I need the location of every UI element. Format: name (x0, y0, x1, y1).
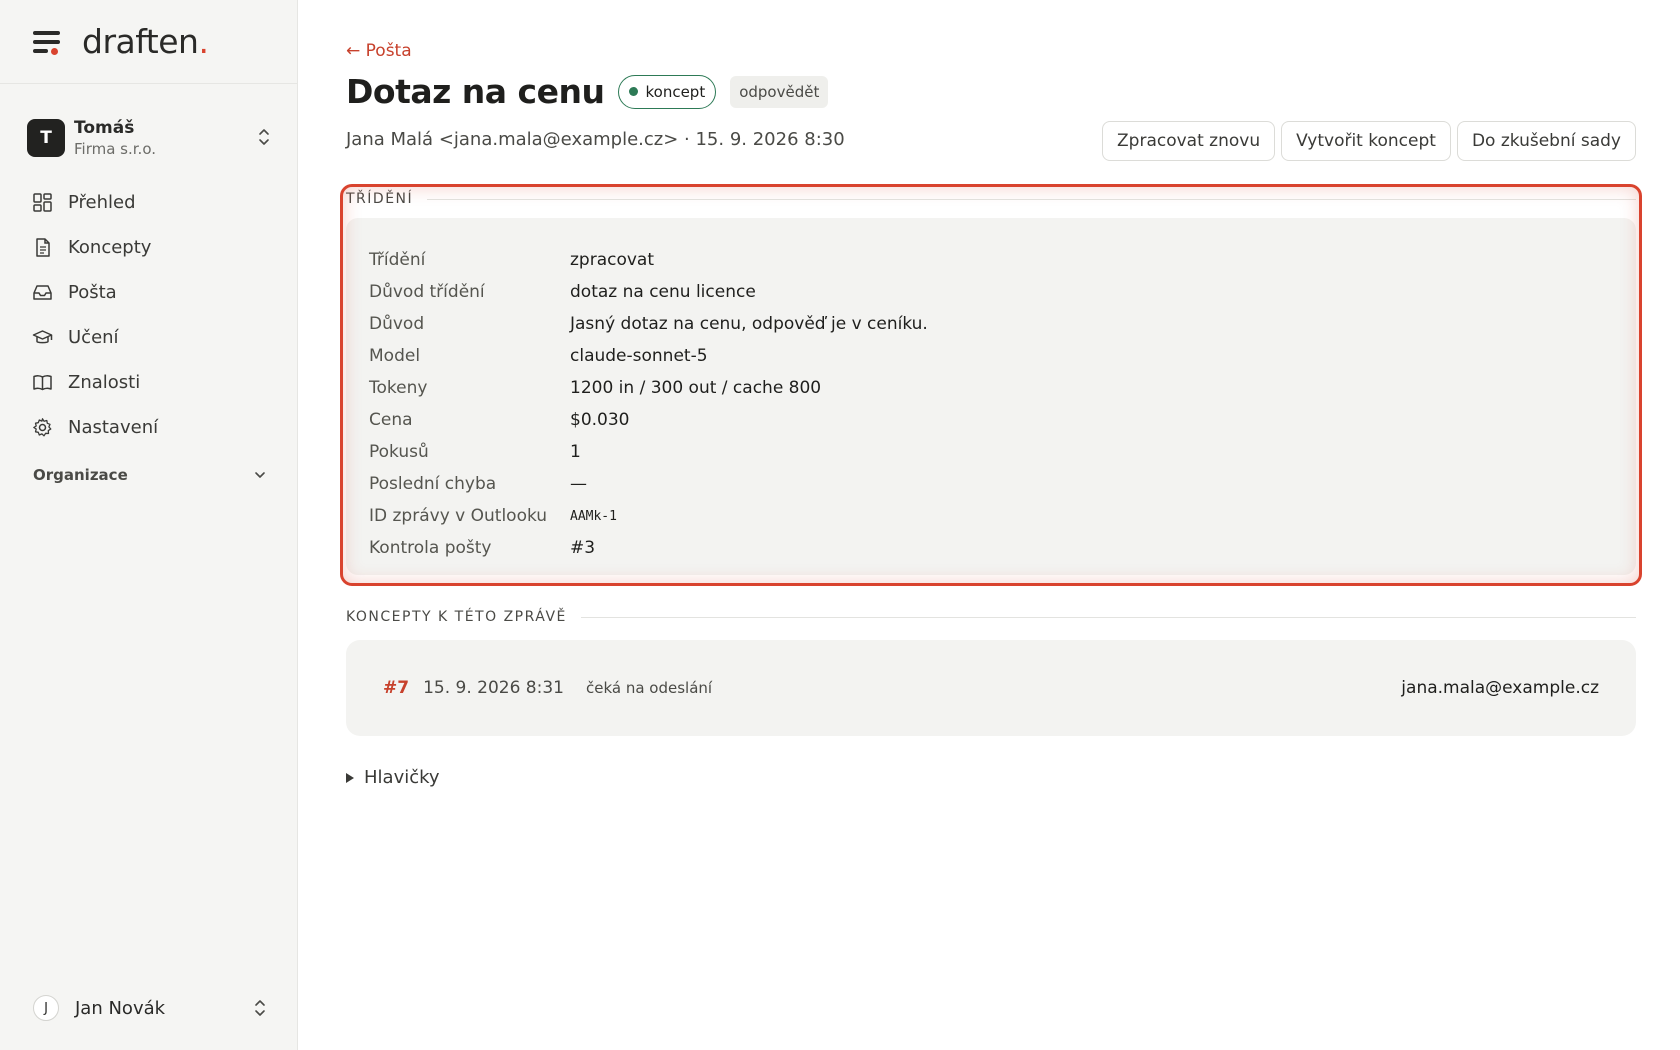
detail-row: Model claude-sonnet-5 (369, 340, 928, 372)
create-draft-button[interactable]: Vytvořit koncept (1281, 121, 1451, 161)
message-meta: Jana Malá <jana.mala@example.cz> · 15. 9… (346, 129, 845, 150)
back-link[interactable]: ← Pošta (346, 41, 412, 61)
chevron-down-icon (255, 472, 265, 478)
action-buttons: Zpracovat znovu Vytvořit koncept Do zkuš… (1102, 121, 1636, 161)
sidebar-item-uceni[interactable]: Učení (24, 315, 276, 360)
org-avatar: T (27, 119, 65, 157)
outlook-message-id: AAMk-1 (570, 508, 617, 524)
triage-section-header: TŘÍDĚNÍ (346, 191, 1636, 207)
title-row: Dotaz na cenu koncept odpovědět (346, 72, 829, 111)
sidebar-item-label: Koncepty (68, 237, 152, 258)
chevron-up-down-icon (255, 1000, 265, 1016)
sidebar-item-znalosti[interactable]: Znalosti (24, 360, 276, 405)
sidebar-item-label: Pošta (68, 282, 117, 303)
detail-key: Důvod (369, 314, 425, 334)
org-company-name: Firma s.r.o. (74, 140, 157, 158)
dashboard-icon (33, 193, 52, 212)
inbox-icon (33, 285, 52, 300)
detail-key: Třídění (369, 250, 426, 270)
brand-bar: draften. (0, 0, 297, 84)
list-item[interactable]: #7 15. 9. 2026 8:31 čeká na odeslání jan… (346, 640, 1636, 736)
status-dot-icon (629, 87, 639, 96)
organization-section-toggle[interactable]: Organizace (33, 466, 267, 484)
sidebar-item-label: Přehled (68, 192, 136, 213)
triage-details: Třídění zpracovat Důvod třídění dotaz na… (369, 244, 928, 564)
chevron-up-down-icon (259, 129, 269, 145)
detail-row: Třídění zpracovat (369, 244, 928, 276)
detail-row: Pokusů 1 (369, 436, 928, 468)
gear-icon (33, 418, 52, 437)
org-switcher[interactable]: T Tomáš Firma s.r.o. (27, 114, 277, 162)
sidebar-item-nastaveni[interactable]: Nastavení (24, 405, 276, 450)
org-user-name: Tomáš (74, 118, 135, 138)
section-heading: KONCEPTY K TÉTO ZPRÁVĚ (346, 609, 567, 625)
detail-value: 1200 in / 300 out / cache 800 (570, 378, 822, 398)
detail-value: #3 (570, 538, 596, 558)
type-badge: odpovědět (730, 75, 829, 108)
section-label: Organizace (33, 466, 128, 484)
sidebar-item-label: Učení (68, 327, 119, 348)
brand-logo[interactable]: draften. (82, 22, 209, 61)
detail-value: — (570, 474, 587, 494)
graduation-cap-icon (32, 330, 53, 344)
sidebar-item-label: Nastavení (68, 417, 159, 438)
detail-key: Model (369, 346, 421, 366)
sidebar-item-koncepty[interactable]: Koncepty (24, 225, 276, 270)
page-title: Dotaz na cenu (346, 72, 605, 111)
sidebar: draften. T Tomáš Firma s.r.o. Přehled Ko… (0, 0, 298, 1050)
draft-recipient: jana.mala@example.cz (1401, 678, 1599, 698)
draft-id-link[interactable]: #7 (383, 678, 409, 698)
menu-icon[interactable] (33, 30, 60, 55)
headers-toggle-label: Hlavičky (364, 767, 440, 788)
divider (580, 616, 1636, 618)
add-to-test-set-button[interactable]: Do zkušební sady (1456, 121, 1636, 161)
detail-value: zpracovat (570, 250, 655, 270)
detail-row: Cena $0.030 (369, 404, 928, 436)
headers-toggle[interactable]: Hlavičky (346, 767, 440, 788)
detail-key: Kontrola pošty (369, 538, 492, 558)
detail-row: Důvod Jasný dotaz na cenu, odpověď je v … (369, 308, 928, 340)
avatar: J (33, 995, 59, 1021)
detail-value: 1 (570, 442, 581, 462)
detail-key: Cena (369, 410, 413, 430)
divider (427, 198, 1636, 200)
drafts-section-header: KONCEPTY K TÉTO ZPRÁVĚ (346, 609, 1636, 625)
user-menu[interactable]: J Jan Novák (33, 992, 267, 1024)
detail-key: Pokusů (369, 442, 429, 462)
sidebar-nav: Přehled Koncepty Pošta Učení Znalosti Na… (24, 180, 276, 450)
document-icon (36, 238, 50, 257)
detail-key: Důvod třídění (369, 282, 485, 302)
draft-date: 15. 9. 2026 8:31 (423, 678, 564, 698)
reprocess-button[interactable]: Zpracovat znovu (1102, 121, 1276, 161)
detail-row: Důvod třídění dotaz na cenu licence (369, 276, 928, 308)
detail-row: Kontrola pošty #3 (369, 532, 928, 564)
detail-value: $0.030 (570, 410, 630, 430)
book-icon (33, 375, 52, 391)
section-heading: TŘÍDĚNÍ (346, 191, 414, 207)
detail-key: Poslední chyba (369, 474, 497, 494)
user-name: Jan Novák (75, 997, 166, 1019)
detail-row: Poslední chyba — (369, 468, 928, 500)
detail-row: ID zprávy v Outlooku AAMk-1 (369, 500, 928, 532)
sidebar-item-label: Znalosti (68, 372, 141, 393)
caret-right-icon (346, 772, 354, 783)
detail-value: dotaz na cenu licence (570, 282, 756, 302)
detail-key: ID zprávy v Outlooku (369, 506, 548, 526)
sidebar-item-prehled[interactable]: Přehled (24, 180, 276, 225)
detail-value: Jasný dotaz na cenu, odpověď je v ceníku… (570, 314, 928, 334)
status-badge-label: koncept (645, 82, 706, 101)
triage-card: Třídění zpracovat Důvod třídění dotaz na… (346, 218, 1636, 575)
detail-row: Tokeny 1200 in / 300 out / cache 800 (369, 372, 928, 404)
detail-value: claude-sonnet-5 (570, 346, 708, 366)
detail-key: Tokeny (369, 378, 428, 398)
status-badge: koncept (618, 74, 717, 109)
draft-status: čeká na odeslání (585, 679, 713, 697)
sidebar-item-posta[interactable]: Pošta (24, 270, 276, 315)
